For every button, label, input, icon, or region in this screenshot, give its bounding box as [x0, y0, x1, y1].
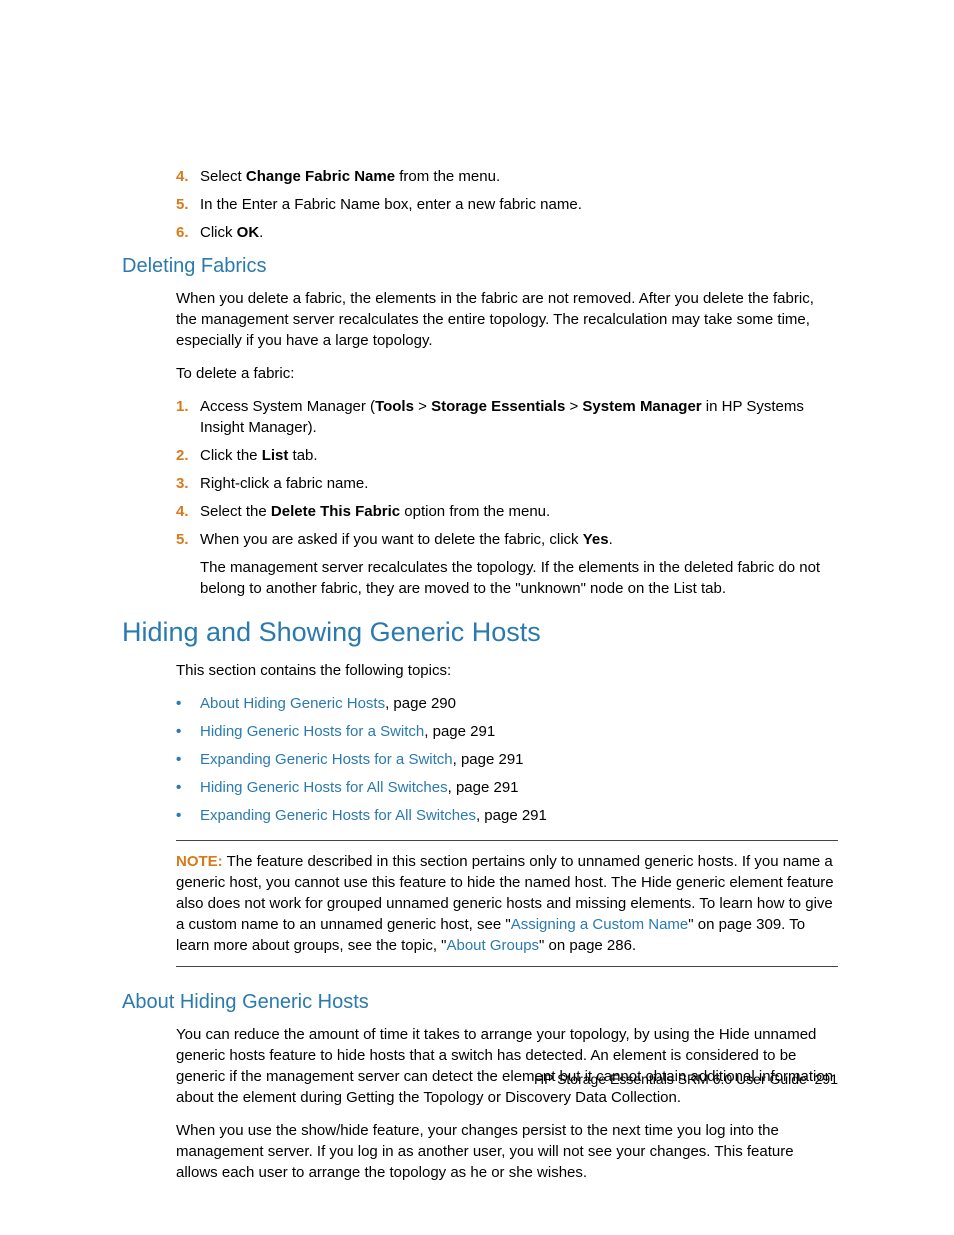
bullet-icon: •: [176, 693, 200, 714]
bullet-icon: •: [176, 777, 200, 798]
list-text: Expanding Generic Hosts for a Switch, pa…: [200, 749, 524, 770]
paragraph: You can reduce the amount of time it tak…: [176, 1024, 838, 1108]
bullet-icon: •: [176, 805, 200, 826]
paragraph: When you use the show/hide feature, your…: [176, 1120, 838, 1183]
topic-link[interactable]: Hiding Generic Hosts for All Switches: [200, 779, 448, 796]
topic-link-list: • About Hiding Generic Hosts, page 290 •…: [176, 693, 838, 826]
list-number: 5.: [176, 529, 200, 599]
list-text: Expanding Generic Hosts for All Switches…: [200, 805, 547, 826]
list-text: About Hiding Generic Hosts, page 290: [200, 693, 456, 714]
list-item: • Expanding Generic Hosts for a Switch, …: [176, 749, 838, 770]
paragraph: This section contains the following topi…: [176, 660, 838, 681]
list-item: 2. Click the List tab.: [176, 445, 838, 466]
list-number: 4.: [176, 166, 200, 187]
paragraph: When you delete a fabric, the elements i…: [176, 288, 838, 351]
list-item: 5. When you are asked if you want to del…: [176, 529, 838, 599]
list-text: In the Enter a Fabric Name box, enter a …: [200, 194, 838, 215]
list-item: 5. In the Enter a Fabric Name box, enter…: [176, 194, 838, 215]
list-item: 4. Select the Delete This Fabric option …: [176, 501, 838, 522]
topic-link[interactable]: Hiding Generic Hosts for a Switch: [200, 723, 424, 740]
list-item: • Hiding Generic Hosts for a Switch, pag…: [176, 721, 838, 742]
page-number: 291: [815, 1071, 838, 1087]
list-number: 5.: [176, 194, 200, 215]
list-number: 3.: [176, 473, 200, 494]
heading-hiding-showing: Hiding and Showing Generic Hosts: [122, 617, 838, 648]
list-text: Hiding Generic Hosts for a Switch, page …: [200, 721, 495, 742]
list-text: When you are asked if you want to delete…: [200, 529, 838, 599]
list-number: 1.: [176, 396, 200, 438]
list-subtext: The management server recalculates the t…: [200, 557, 838, 599]
bullet-icon: •: [176, 749, 200, 770]
topic-link[interactable]: Expanding Generic Hosts for a Switch: [200, 751, 453, 768]
bullet-icon: •: [176, 721, 200, 742]
list-item: • About Hiding Generic Hosts, page 290: [176, 693, 838, 714]
top-ordered-list: 4. Select Change Fabric Name from the me…: [176, 166, 838, 243]
list-item: • Hiding Generic Hosts for All Switches,…: [176, 777, 838, 798]
topic-link[interactable]: About Hiding Generic Hosts: [200, 695, 385, 712]
document-page: 4. Select Change Fabric Name from the me…: [0, 0, 954, 1183]
list-number: 6.: [176, 222, 200, 243]
list-text: Select the Delete This Fabric option fro…: [200, 501, 838, 522]
note-link-2[interactable]: About Groups: [446, 937, 539, 954]
note-box: NOTE: The feature described in this sect…: [176, 840, 838, 967]
footer-title: HP Storage Essentials SRM 6.0 User Guide: [534, 1071, 807, 1087]
list-item: 3. Right-click a fabric name.: [176, 473, 838, 494]
list-number: 2.: [176, 445, 200, 466]
list-item: 1. Access System Manager (Tools > Storag…: [176, 396, 838, 438]
list-item: • Expanding Generic Hosts for All Switch…: [176, 805, 838, 826]
list-text: Access System Manager (Tools > Storage E…: [200, 396, 838, 438]
list-text: Click the List tab.: [200, 445, 838, 466]
list-text: Right-click a fabric name.: [200, 473, 838, 494]
heading-about-hiding: About Hiding Generic Hosts: [122, 991, 838, 1014]
delete-ordered-list: 1. Access System Manager (Tools > Storag…: [176, 396, 838, 599]
note-text-3: " on page 286.: [539, 937, 636, 954]
list-text: Hiding Generic Hosts for All Switches, p…: [200, 777, 519, 798]
topic-link[interactable]: Expanding Generic Hosts for All Switches: [200, 807, 476, 824]
list-text: Click OK.: [200, 222, 838, 243]
list-item: 4. Select Change Fabric Name from the me…: [176, 166, 838, 187]
page-footer: HP Storage Essentials SRM 6.0 User Guide…: [534, 1071, 838, 1087]
list-text: Select Change Fabric Name from the menu.: [200, 166, 838, 187]
paragraph: To delete a fabric:: [176, 363, 838, 384]
heading-deleting-fabrics: Deleting Fabrics: [122, 255, 838, 278]
list-number: 4.: [176, 501, 200, 522]
note-label: NOTE:: [176, 853, 223, 870]
list-item: 6. Click OK.: [176, 222, 838, 243]
note-link-1[interactable]: Assigning a Custom Name: [511, 916, 689, 933]
